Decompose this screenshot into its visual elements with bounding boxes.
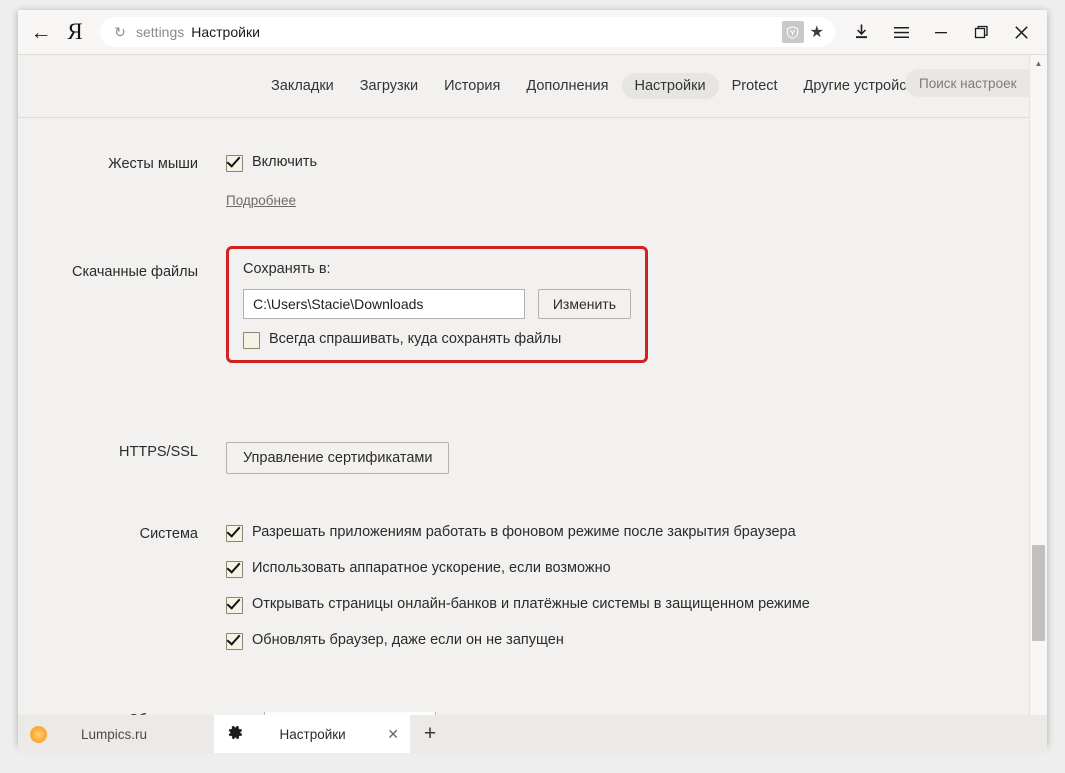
label-mouse-gestures: Жесты мыши bbox=[18, 154, 226, 210]
main-menu-button[interactable] bbox=[881, 15, 921, 49]
nav-item-bookmarks[interactable]: Закладки bbox=[258, 73, 347, 99]
always-ask-row[interactable]: Всегда спрашивать, куда сохранять файлы bbox=[243, 331, 631, 349]
settings-page: Закладки Загрузки История Дополнения Нас… bbox=[18, 55, 1030, 730]
system-option-row[interactable]: Разрешать приложениям работать в фоновом… bbox=[226, 524, 1030, 542]
downloads-highlight-box: Сохранять в: C:\Users\Stacie\Downloads И… bbox=[226, 246, 648, 363]
settings-content: Жесты мыши Включить Подробнее bbox=[18, 118, 1030, 650]
shield-glyph bbox=[786, 26, 799, 39]
nav-item-settings[interactable]: Настройки bbox=[622, 73, 719, 99]
download-path-row: C:\Users\Stacie\Downloads Изменить bbox=[243, 289, 631, 319]
tab-strip: Lumpics.ru Настройки ✕ + bbox=[18, 715, 1047, 753]
tab-settings-active[interactable]: Настройки ✕ bbox=[214, 715, 410, 753]
downloads-button[interactable] bbox=[841, 15, 881, 49]
back-button[interactable]: ← bbox=[24, 15, 58, 49]
address-bar-text: settings Настройки bbox=[130, 24, 782, 40]
label-downloaded-files: Скачанные файлы bbox=[18, 262, 226, 392]
system-background-apps-label: Разрешать приложениям работать в фоновом… bbox=[252, 524, 796, 540]
system-option-row[interactable]: Использовать аппаратное ускорение, если … bbox=[226, 560, 1030, 578]
address-title: Настройки bbox=[191, 24, 260, 40]
nav-item-downloads[interactable]: Загрузки bbox=[347, 73, 431, 99]
nav-item-history[interactable]: История bbox=[431, 73, 513, 99]
system-background-apps-checkbox[interactable] bbox=[226, 525, 243, 542]
yandex-logo-button[interactable]: Я bbox=[58, 15, 92, 49]
tab-close-icon[interactable]: ✕ bbox=[382, 726, 404, 743]
always-ask-checkbox[interactable] bbox=[243, 332, 260, 349]
vertical-scroll-thumb[interactable] bbox=[1032, 545, 1045, 641]
tab-settings-title: Настройки bbox=[243, 727, 382, 742]
save-to-label: Сохранять в: bbox=[243, 261, 631, 277]
mouse-gestures-enable-checkbox[interactable] bbox=[226, 155, 243, 172]
orange-circle-icon bbox=[30, 726, 47, 743]
bookmark-star-icon[interactable]: ★ bbox=[806, 22, 828, 42]
always-ask-label: Всегда спрашивать, куда сохранять файлы bbox=[269, 331, 561, 347]
system-hardware-accel-label: Использовать аппаратное ускорение, если … bbox=[252, 560, 611, 576]
minimize-button[interactable] bbox=[921, 15, 961, 49]
address-scheme: settings bbox=[136, 24, 184, 40]
label-system: Система bbox=[18, 524, 226, 650]
manage-certificates-button[interactable]: Управление сертификатами bbox=[226, 442, 449, 474]
hamburger-menu-icon bbox=[893, 26, 910, 39]
screenshot-root: ← Я ↻ settings Настройки bbox=[0, 0, 1065, 773]
system-auto-update-checkbox[interactable] bbox=[226, 633, 243, 650]
nav-item-protect[interactable]: Protect bbox=[719, 73, 791, 99]
address-bar[interactable]: ↻ settings Настройки ★ bbox=[100, 17, 835, 47]
system-auto-update-label: Обновлять браузер, даже если он не запущ… bbox=[252, 632, 564, 648]
yandex-logo-icon: Я bbox=[67, 20, 82, 43]
row-mouse-gestures: Жесты мыши Включить Подробнее bbox=[18, 154, 1030, 210]
settings-search-input[interactable]: Поиск настроек bbox=[905, 69, 1030, 97]
vertical-scrollbar[interactable]: ▲ ▼ bbox=[1029, 55, 1047, 730]
reload-icon[interactable]: ↻ bbox=[110, 24, 130, 41]
system-protected-banking-label: Открывать страницы онлайн-банков и платё… bbox=[252, 596, 810, 612]
row-https-ssl: HTTPS/SSL Управление сертификатами bbox=[18, 442, 1030, 474]
maximize-button[interactable] bbox=[961, 15, 1001, 49]
back-arrow-icon: ← bbox=[31, 22, 52, 43]
system-option-row[interactable]: Обновлять браузер, даже если он не запущ… bbox=[226, 632, 1030, 650]
close-window-button[interactable] bbox=[1001, 15, 1041, 49]
gear-glyph bbox=[228, 725, 243, 740]
new-tab-button[interactable]: + bbox=[410, 715, 450, 753]
protect-shield-icon[interactable] bbox=[782, 21, 804, 43]
content-downloaded-files: Сохранять в: C:\Users\Stacie\Downloads И… bbox=[226, 262, 1030, 392]
page-viewport: Закладки Загрузки История Дополнения Нас… bbox=[18, 54, 1047, 747]
download-icon bbox=[854, 24, 869, 40]
gear-icon bbox=[228, 725, 243, 743]
mouse-gestures-more-link[interactable]: Подробнее bbox=[226, 193, 296, 208]
download-path-input[interactable]: C:\Users\Stacie\Downloads bbox=[243, 289, 525, 319]
maximize-icon bbox=[974, 25, 989, 40]
change-folder-button[interactable]: Изменить bbox=[538, 289, 631, 319]
row-system: Система Разрешать приложениям работать в… bbox=[18, 524, 1030, 650]
window-controls bbox=[841, 15, 1041, 49]
nav-item-addons[interactable]: Дополнения bbox=[513, 73, 621, 99]
browser-window: ← Я ↻ settings Настройки bbox=[18, 10, 1047, 746]
browser-toolbar: ← Я ↻ settings Настройки bbox=[18, 10, 1047, 54]
close-icon bbox=[1014, 25, 1029, 40]
scroll-up-button[interactable]: ▲ bbox=[1030, 55, 1047, 72]
row-downloaded-files: Скачанные файлы Сохранять в: C:\Users\St… bbox=[18, 262, 1030, 392]
system-option-row[interactable]: Открывать страницы онлайн-банков и платё… bbox=[226, 596, 1030, 614]
address-bar-actions: ★ bbox=[782, 21, 831, 43]
tab-lumpics-title: Lumpics.ru bbox=[81, 727, 147, 742]
content-system: Разрешать приложениям работать в фоновом… bbox=[226, 524, 1030, 650]
mouse-gestures-enable-label: Включить bbox=[252, 154, 317, 170]
label-https-ssl: HTTPS/SSL bbox=[18, 442, 226, 474]
tab-lumpics[interactable]: Lumpics.ru bbox=[18, 715, 214, 753]
settings-navigation: Закладки Загрузки История Дополнения Нас… bbox=[18, 55, 1030, 117]
content-mouse-gestures: Включить Подробнее bbox=[226, 154, 1030, 210]
mouse-gestures-enable-row[interactable]: Включить bbox=[226, 154, 1030, 172]
minimize-icon bbox=[934, 27, 948, 37]
system-protected-banking-checkbox[interactable] bbox=[226, 597, 243, 614]
content-https-ssl: Управление сертификатами bbox=[226, 442, 1030, 474]
system-hardware-accel-checkbox[interactable] bbox=[226, 561, 243, 578]
